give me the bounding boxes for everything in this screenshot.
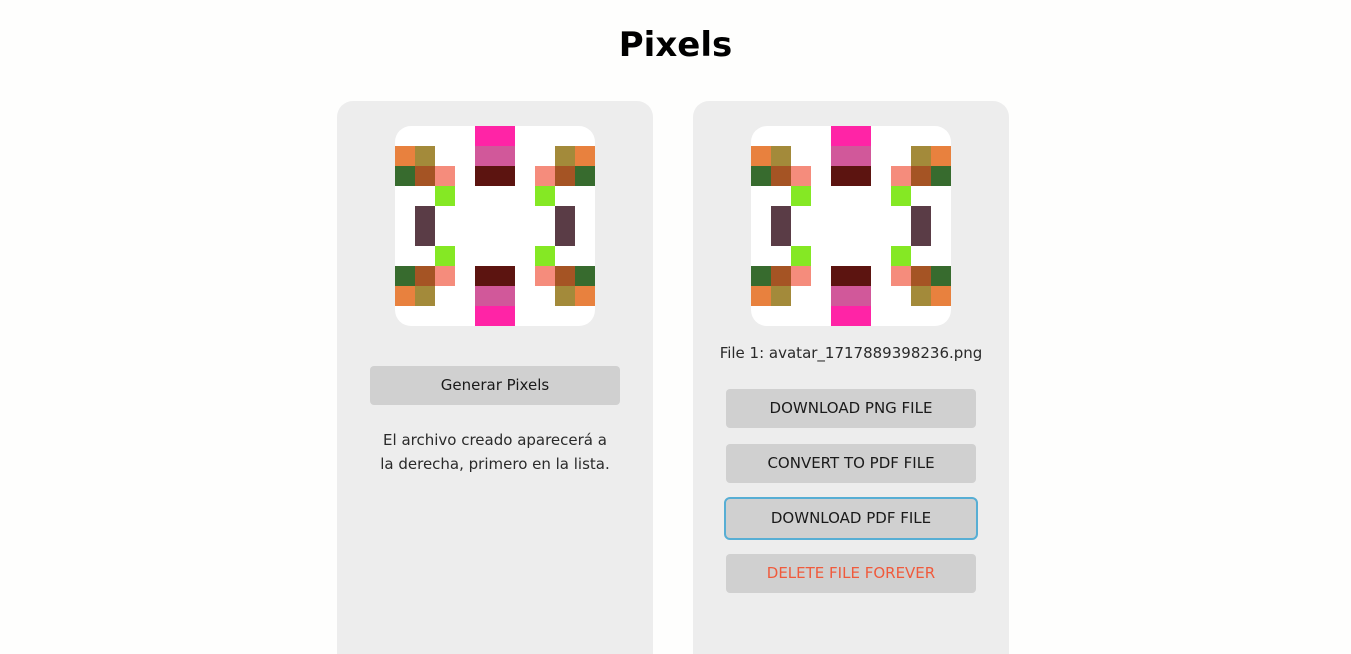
avatar-pixel [771, 266, 791, 286]
avatar-pixel [931, 146, 951, 166]
avatar-pixel [495, 286, 515, 306]
avatar-pixel [771, 146, 791, 166]
avatar-pixel [415, 206, 435, 226]
avatar-pixel [791, 186, 811, 206]
avatar-pixel [535, 186, 555, 206]
avatar-pixel [535, 166, 555, 186]
avatar-pixel [791, 246, 811, 266]
avatar-pixel [555, 226, 575, 246]
avatar-preview [395, 126, 595, 326]
avatar-pixel [911, 226, 931, 246]
avatar-pixel [851, 146, 871, 166]
avatar-pixel [495, 266, 515, 286]
avatar-pixel [415, 266, 435, 286]
help-text-line-1: El archivo creado aparecerá a [383, 431, 607, 449]
delete-file-button[interactable]: DELETE FILE FOREVER [726, 554, 976, 593]
file-avatar-image [751, 126, 951, 326]
avatar-pixel [831, 266, 851, 286]
download-pdf-button[interactable]: DOWNLOAD PDF FILE [724, 497, 978, 540]
avatar-pixel [831, 286, 851, 306]
avatar-pixel [475, 286, 495, 306]
avatar-pixel [851, 286, 871, 306]
file-list-panel: File 1: avatar_1717889398236.png DOWNLOA… [693, 101, 1009, 654]
page: Pixels Generar Pixels El archivo creado … [0, 0, 1351, 654]
avatar-pixel [831, 146, 851, 166]
generator-panel: Generar Pixels El archivo creado aparece… [337, 101, 653, 654]
avatar-pixel [831, 306, 851, 326]
avatar-pixel [435, 166, 455, 186]
avatar-pixel [931, 166, 951, 186]
avatar-pixel [751, 286, 771, 306]
avatar-pixel [415, 226, 435, 246]
avatar-pixel [395, 286, 415, 306]
avatar-pixel [475, 146, 495, 166]
avatar-pixel [395, 146, 415, 166]
avatar-pixel [751, 146, 771, 166]
avatar-pixel [751, 166, 771, 186]
avatar-pixel [495, 306, 515, 326]
avatar-pixel [831, 126, 851, 146]
avatar-pixel [911, 286, 931, 306]
avatar-pixel [415, 146, 435, 166]
avatar-pixel [535, 246, 555, 266]
page-title: Pixels [618, 25, 733, 65]
avatar-pixel [575, 266, 595, 286]
avatar-pixel [911, 146, 931, 166]
avatar-pixel [911, 206, 931, 226]
avatar-pixel [555, 146, 575, 166]
avatar-pixel [575, 146, 595, 166]
avatar-pixel [851, 306, 871, 326]
avatar-pixel [891, 266, 911, 286]
avatar-pixel [575, 286, 595, 306]
avatar-pixel [555, 166, 575, 186]
avatar-pixel [931, 266, 951, 286]
avatar-pixel [535, 266, 555, 286]
avatar-pixel [791, 166, 811, 186]
generate-pixels-button[interactable]: Generar Pixels [370, 366, 620, 405]
file-name-label: File 1: avatar_1717889398236.png [719, 344, 983, 362]
avatar-pixel [395, 166, 415, 186]
help-text-line-2: la derecha, primero en la lista. [380, 455, 610, 473]
avatar-pixel [911, 266, 931, 286]
avatar-pixel [771, 226, 791, 246]
avatar-pixel [851, 166, 871, 186]
avatar-pixel [575, 166, 595, 186]
avatar-pixel [771, 166, 791, 186]
avatar-pixel [415, 286, 435, 306]
avatar-pixel [475, 266, 495, 286]
avatar-pixel [395, 266, 415, 286]
avatar-pixel [495, 146, 515, 166]
download-png-button[interactable]: DOWNLOAD PNG FILE [726, 389, 976, 428]
avatar-pixel [475, 166, 495, 186]
avatar-pixel [495, 126, 515, 146]
avatar-pixel [555, 206, 575, 226]
avatar-pixel [791, 266, 811, 286]
avatar-pixel [851, 266, 871, 286]
avatar-pixel [751, 266, 771, 286]
avatar-pixel [891, 166, 911, 186]
convert-to-pdf-button[interactable]: CONVERT TO PDF FILE [726, 444, 976, 483]
avatar-pixel [851, 126, 871, 146]
avatar-pixel [495, 166, 515, 186]
avatar-pixel [831, 166, 851, 186]
avatar-pixel [771, 206, 791, 226]
avatar-pixel [475, 126, 495, 146]
avatar-pixel [891, 246, 911, 266]
avatar-pixel [891, 186, 911, 206]
avatar-pixel [435, 246, 455, 266]
avatar-pixel [555, 286, 575, 306]
avatar-pixel [435, 266, 455, 286]
avatar-pixel [911, 166, 931, 186]
avatar-pixel [475, 306, 495, 326]
help-text: El archivo creado aparecerá a la derecha… [377, 428, 613, 476]
avatar-pixel [771, 286, 791, 306]
avatar-pixel [435, 186, 455, 206]
avatar-pixel [555, 266, 575, 286]
avatar-pixel [415, 166, 435, 186]
avatar-pixel [931, 286, 951, 306]
